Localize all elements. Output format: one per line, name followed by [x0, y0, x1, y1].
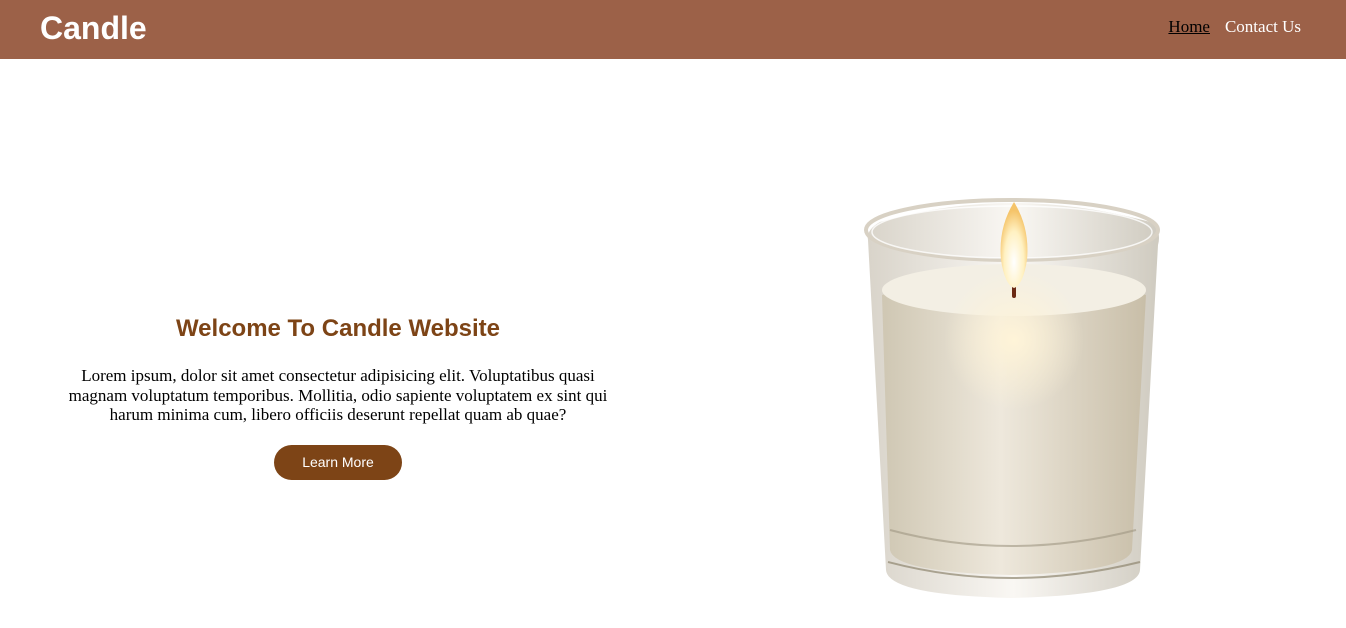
nav-link-contact-us[interactable]: Contact Us — [1225, 17, 1301, 37]
nav-links: Home Contact Us — [1168, 17, 1301, 37]
candle-illustration — [864, 198, 1160, 598]
learn-more-button[interactable]: Learn More — [274, 444, 402, 480]
hero-title: Welcome To Candle Website — [175, 315, 501, 342]
candle-jar-image — [860, 190, 1166, 605]
nav-link-home[interactable]: Home — [1168, 17, 1210, 37]
brand-logo[interactable]: Candle — [40, 9, 147, 47]
navbar: Candle Home Contact Us — [0, 0, 1346, 59]
hero-description: Lorem ipsum, dolor sit amet consectetur … — [68, 366, 608, 424]
hero-section: Welcome To Candle Website Lorem ipsum, d… — [40, 312, 636, 480]
